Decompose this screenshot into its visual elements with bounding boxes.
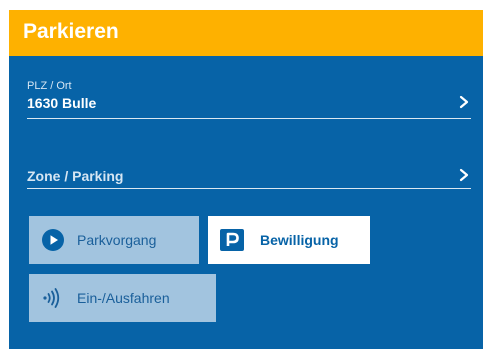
parking-sign-icon [220,229,244,251]
bewilligung-label: Bewilligung [260,232,339,248]
location-field-value: 1630 Bulle [27,95,97,111]
ein-ausfahren-label: Ein-/Ausfahren [77,290,170,306]
ein-ausfahren-button[interactable]: Ein-/Ausfahren [29,274,216,322]
chevron-right-icon [459,168,469,182]
zone-parking-placeholder: Zone / Parking [27,168,124,184]
play-circle-icon [42,229,64,251]
zone-parking-field[interactable]: Zone / Parking [27,164,471,189]
header-bar: Parkieren [9,10,483,56]
chevron-right-icon [459,95,469,109]
parkvorgang-button[interactable]: Parkvorgang [29,216,199,264]
contactless-icon [43,288,60,308]
location-field-caption: PLZ / Ort [27,80,72,92]
page-title: Parkieren [23,20,119,43]
bewilligung-button[interactable]: Bewilligung [208,216,370,264]
location-field[interactable]: PLZ / Ort 1630 Bulle [27,80,471,119]
parking-panel: Parkieren PLZ / Ort 1630 Bulle Zone / Pa… [9,10,483,349]
parkvorgang-label: Parkvorgang [77,232,157,248]
